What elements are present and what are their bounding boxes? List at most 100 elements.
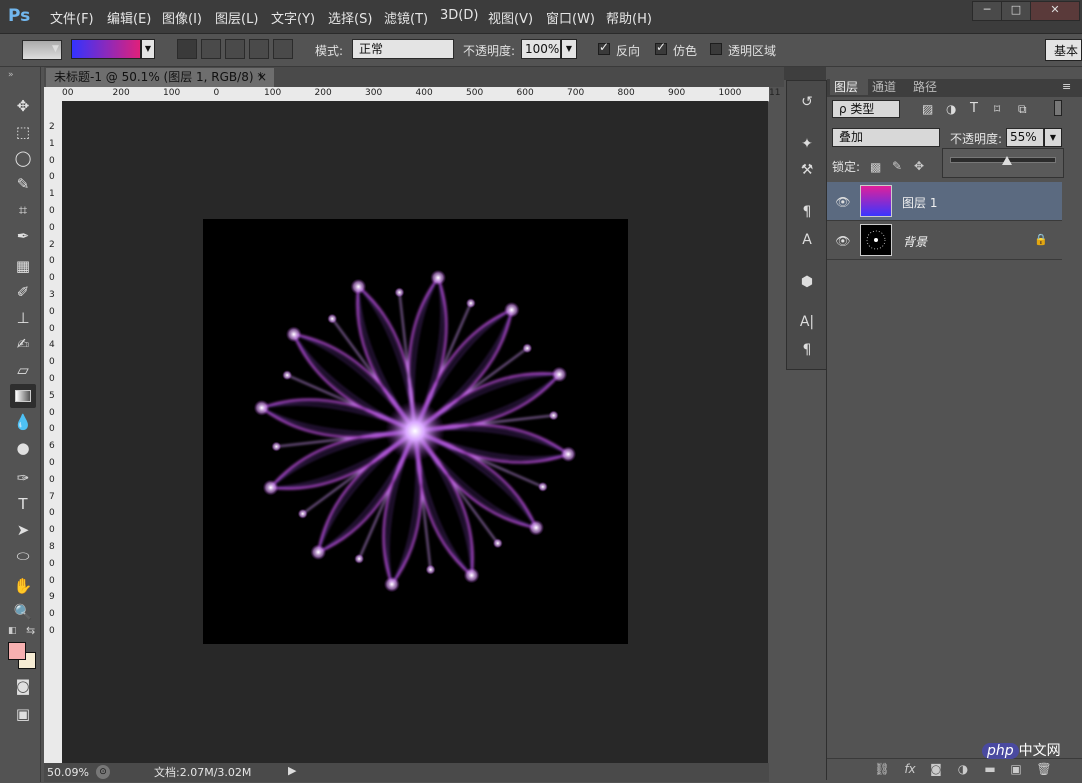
menu-window[interactable]: 窗口(W) [546, 8, 595, 27]
menu-view[interactable]: 视图(V) [488, 8, 533, 27]
quick-mask-icon[interactable]: ◙ [10, 674, 36, 698]
foreground-color-swatch[interactable] [8, 642, 26, 660]
minimize-button[interactable]: ─ [972, 1, 1002, 21]
dodge-icon[interactable]: ● [10, 436, 36, 460]
move-icon[interactable]: ✥ [10, 94, 36, 118]
stamp-icon[interactable]: ⊥ [10, 306, 36, 330]
new-layer-icon[interactable]: ▣ [1008, 762, 1024, 776]
character-styles-icon[interactable]: A [796, 230, 818, 250]
chevron-down-icon[interactable]: ▼ [141, 39, 155, 59]
opacity-slider-thumb[interactable] [1002, 156, 1013, 165]
quick-select-icon[interactable]: ✎ [10, 172, 36, 196]
brush-icon[interactable]: ✐ [10, 280, 36, 304]
paragraph-styles-icon[interactable]: ¶ [796, 202, 818, 222]
menu-edit[interactable]: 编辑(E) [107, 8, 151, 27]
angle-gradient-button[interactable] [225, 39, 245, 59]
reflected-gradient-button[interactable] [249, 39, 269, 59]
lock-position-icon[interactable]: ✥ [914, 159, 924, 173]
healing-icon[interactable]: ▦ [10, 254, 36, 278]
crop-icon[interactable]: ⌗ [10, 198, 36, 222]
filter-toggle[interactable] [1054, 100, 1062, 116]
tab-layers[interactable]: 图层 [830, 79, 868, 95]
menu-help[interactable]: 帮助(H) [606, 8, 652, 27]
eraser-icon[interactable]: ▱ [10, 358, 36, 382]
type-filter-icon[interactable]: T [970, 101, 978, 116]
zoom-icon[interactable]: 🔍 [10, 600, 36, 624]
default-colors-icon[interactable]: ◧ [8, 626, 17, 636]
opacity-input[interactable]: 100% [521, 39, 561, 59]
tab-channels[interactable]: 通道 [872, 79, 896, 95]
tab-paths[interactable]: 路径 [913, 79, 937, 95]
menu-layer[interactable]: 图层(L) [215, 8, 258, 27]
workspace-switcher[interactable]: 基本 [1045, 39, 1082, 61]
pen-icon[interactable]: ✑ [10, 466, 36, 490]
menu-type[interactable]: 文字(Y) [271, 8, 315, 27]
delete-layer-icon[interactable]: 🗑 [1036, 762, 1052, 776]
path-select-icon[interactable]: ➤ [10, 518, 36, 542]
menu-file[interactable]: 文件(F) [50, 8, 94, 27]
reverse-checkbox[interactable] [598, 40, 610, 55]
visibility-eye-icon[interactable]: 👁 [835, 235, 851, 247]
chevron-down-icon[interactable]: ▼ [1044, 128, 1062, 147]
layer-name[interactable]: 图层 1 [902, 194, 937, 211]
transparency-checkbox[interactable] [710, 43, 722, 55]
paragraph-icon[interactable]: ¶ [796, 340, 818, 360]
tool-presets-icon[interactable]: ⚒ [796, 160, 818, 180]
menu-image[interactable]: 图像(I) [162, 8, 202, 27]
share-icon[interactable]: ⊙ [96, 765, 110, 779]
lock-paint-icon[interactable]: ✎ [892, 159, 902, 173]
screen-mode-icon[interactable]: ▣ [10, 702, 36, 726]
radial-gradient-button[interactable] [201, 39, 221, 59]
history-icon[interactable]: ↺ [796, 92, 818, 112]
adjustment-filter-icon[interactable]: ◑ [946, 102, 956, 116]
menu-filter[interactable]: 滤镜(T) [384, 8, 428, 27]
layer-thumbnail[interactable] [860, 224, 892, 256]
brush-presets-icon[interactable]: ✦ [796, 134, 818, 154]
blur-icon[interactable]: 💧 [10, 410, 36, 434]
hand-icon[interactable]: ✋ [10, 574, 36, 598]
layer-thumbnail[interactable] [860, 185, 892, 217]
chevron-down-icon[interactable]: ▼ [561, 39, 577, 59]
document-tab[interactable]: 未标题-1 @ 50.1% (图层 1, RGB/8) * × [46, 68, 274, 87]
blend-mode-select[interactable]: 叠加 [832, 128, 940, 147]
pixel-filter-icon[interactable]: ▨ [922, 102, 933, 116]
close-button[interactable]: ✕ [1030, 1, 1080, 21]
add-mask-icon[interactable]: ◙ [928, 762, 944, 776]
history-brush-icon[interactable]: ✍ [10, 332, 36, 356]
layer-style-fx-icon[interactable]: fx [902, 762, 918, 776]
status-menu-arrow-icon[interactable]: ▶ [288, 764, 296, 777]
panel-menu-icon[interactable]: ≡ [1062, 80, 1071, 93]
diamond-gradient-button[interactable] [273, 39, 293, 59]
menu-select[interactable]: 选择(S) [328, 8, 372, 27]
link-layers-icon[interactable]: ⛓ [874, 762, 890, 776]
character-icon[interactable]: A| [796, 312, 818, 332]
lasso-icon[interactable]: ◯ [10, 146, 36, 170]
gradient-picker[interactable] [71, 39, 141, 59]
shape-filter-icon[interactable]: ⌑ [994, 102, 1000, 116]
layer-name[interactable]: 背景 [903, 233, 927, 250]
chevron-down-icon[interactable]: ▼ [52, 44, 59, 54]
type-icon[interactable]: T [10, 492, 36, 516]
zoom-level[interactable]: 50.09% [47, 763, 89, 782]
dither-checkbox[interactable] [655, 40, 667, 55]
gradient-icon[interactable] [10, 384, 36, 408]
panel-collapse-icon[interactable]: » [8, 70, 14, 80]
new-group-icon[interactable]: ▬ [982, 762, 998, 776]
layer-opacity-input[interactable]: 55% [1006, 128, 1044, 147]
document-canvas[interactable] [203, 219, 628, 644]
maximize-button[interactable]: □ [1001, 1, 1031, 21]
ellipse-icon[interactable]: ⬭ [10, 544, 36, 568]
visibility-eye-icon[interactable]: 👁 [835, 196, 851, 208]
swap-colors-icon[interactable]: ⇆ [26, 624, 35, 637]
linear-gradient-button[interactable] [177, 39, 197, 59]
adjustment-layer-icon[interactable]: ◑ [955, 762, 971, 776]
lock-transparent-icon[interactable]: ▩ [870, 160, 881, 174]
mode-select[interactable]: 正常 [352, 39, 454, 59]
smartobject-filter-icon[interactable]: ⧉ [1018, 102, 1027, 117]
marquee-icon[interactable]: ⬚ [10, 120, 36, 144]
menu-3d[interactable]: 3D(D) [440, 8, 478, 23]
3d-icon[interactable]: ⬢ [796, 272, 818, 292]
close-tab-icon[interactable]: × [257, 68, 267, 87]
layer-filter-select[interactable]: ρ 类型 [832, 100, 900, 118]
eyedropper-icon[interactable]: ✒ [10, 224, 36, 248]
